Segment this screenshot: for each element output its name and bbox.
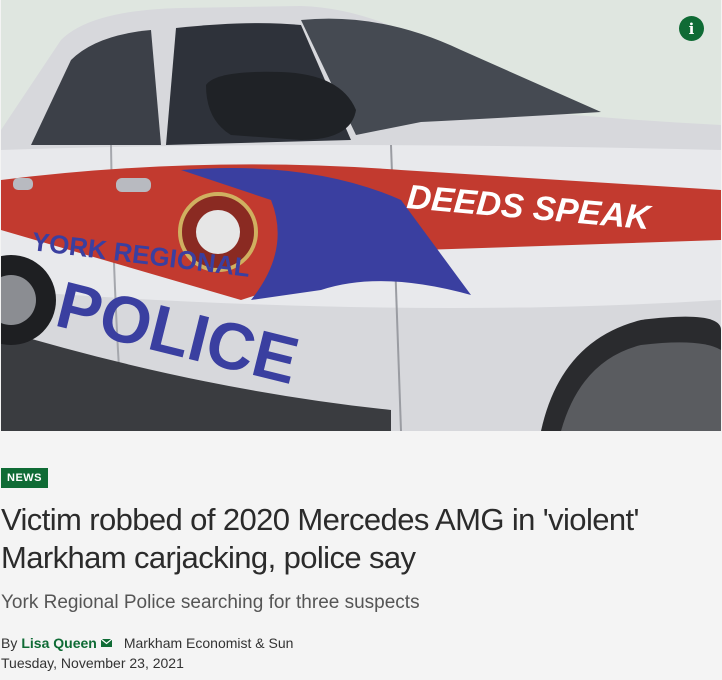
article-header: NEWS Victim robbed of 2020 Mercedes AMG … <box>0 431 722 672</box>
publication-name: Markham Economist & Sun <box>123 635 294 651</box>
police-car-photo: DEEDS SPEAK YORK REGIONAL POLICE <box>1 0 721 431</box>
page-title: Victim robbed of 2020 Mercedes AMG in 'v… <box>1 502 639 575</box>
author-link[interactable]: Lisa Queen <box>21 634 96 652</box>
hero-image: DEEDS SPEAK YORK REGIONAL POLICE i <box>1 0 721 431</box>
byline-prefix: By <box>1 635 18 651</box>
info-icon[interactable]: i <box>679 16 704 41</box>
article-subhead: York Regional Police searching for three… <box>1 592 420 613</box>
publish-date: Tuesday, November 23, 2021 <box>1 655 184 671</box>
email-icon[interactable] <box>100 639 112 647</box>
section-badge[interactable]: NEWS <box>1 468 48 488</box>
byline: By Lisa Queen Markham Economist & Sun <box>1 634 722 652</box>
